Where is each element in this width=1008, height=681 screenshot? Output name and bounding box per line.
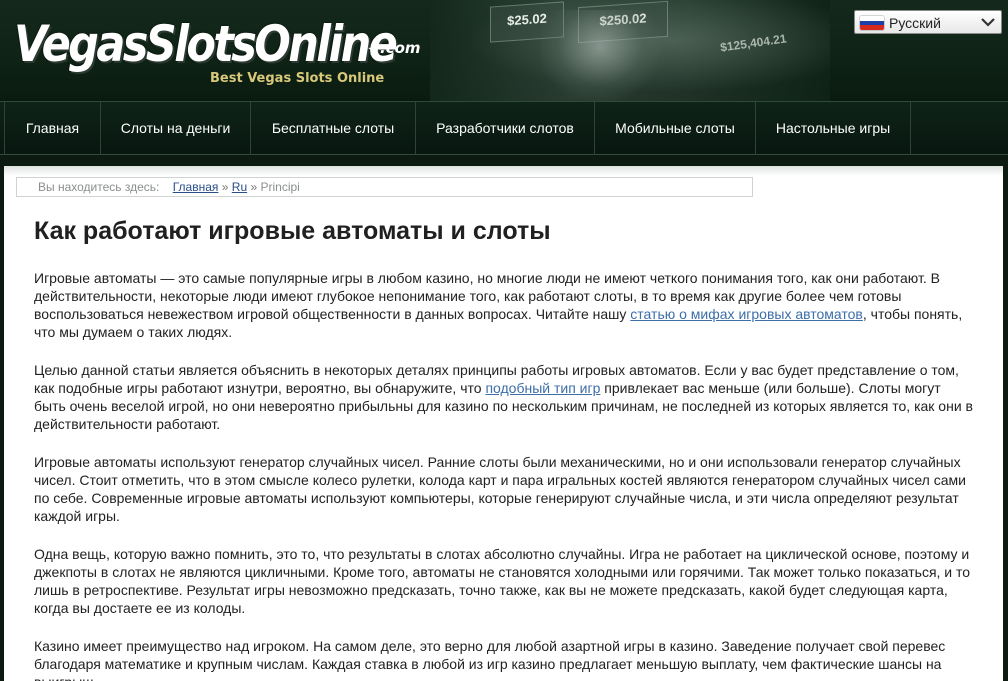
- nav-item-home[interactable]: Главная: [4, 102, 100, 154]
- breadcrumb-prefix: Вы находитесь здесь:: [38, 180, 160, 194]
- breadcrumb-home-link[interactable]: Главная: [173, 180, 219, 194]
- article-paragraph: Казино имеет преимущество над игроком. Н…: [34, 638, 946, 681]
- main-content: Вы находитесь здесь: Главная » Ru » Prin…: [4, 166, 1003, 681]
- art-statue: [540, 10, 660, 101]
- breadcrumb-separator: »: [250, 180, 258, 194]
- language-label: Русский: [889, 15, 941, 31]
- nav-item-slot-developers[interactable]: Разработчики слотов: [415, 102, 594, 154]
- page-title: Как работают игровые автоматы и слоты: [34, 217, 551, 245]
- article-paragraph: Целью данной статьи является объяснить в…: [34, 361, 976, 433]
- breadcrumb-current: Principi: [260, 180, 300, 194]
- main-nav: Главная Слоты на деньги Бесплатные слоты…: [0, 101, 1008, 155]
- nav-item-free-slots[interactable]: Бесплатные слоты: [250, 102, 415, 154]
- russia-flag-icon: [860, 16, 884, 30]
- nav-item-table-games[interactable]: Настольные игры: [755, 102, 910, 154]
- nav-item-mobile-slots[interactable]: Мобильные слоты: [594, 102, 755, 154]
- breadcrumb-ru-link[interactable]: Ru: [232, 180, 247, 194]
- chevron-down-icon: [981, 18, 995, 27]
- language-select[interactable]: Русский: [854, 10, 1002, 34]
- article-paragraph: Одна вещь, которую важно помнить, это то…: [34, 546, 971, 616]
- nav-item-real-money-slots[interactable]: Слоты на деньги: [100, 102, 250, 154]
- breadcrumb: Вы находитесь здесь: Главная » Ru » Prin…: [16, 177, 753, 197]
- header-banner-art: $25.02 $250.02 $125,404.21: [430, 0, 830, 101]
- content-top-band: [4, 166, 1003, 176]
- breadcrumb-separator: »: [221, 180, 229, 194]
- logo-tagline: Best Vegas Slots Online: [210, 71, 385, 86]
- myths-article-link[interactable]: статью о мифах игровых автоматов: [630, 306, 863, 322]
- article-paragraph: Игровые автоматы используют генератор сл…: [34, 454, 966, 524]
- site-logo[interactable]: VegasSlotsOnline ★ .com Best Vegas Slots…: [14, 16, 424, 91]
- article-paragraph: Игровые автоматы — это самые популярные …: [34, 269, 976, 341]
- game-type-link[interactable]: подобный тип игр: [485, 380, 600, 396]
- nav-divider: [910, 102, 911, 154]
- logo-text: VegasSlotsOnline: [14, 15, 398, 73]
- logo-domain: .com: [380, 39, 421, 57]
- site-header: $25.02 $250.02 $125,404.21 VegasSlotsOnl…: [0, 0, 1008, 101]
- art-jackpot: $125,404.21: [719, 31, 788, 55]
- page: $25.02 $250.02 $125,404.21 VegasSlotsOnl…: [0, 0, 1008, 681]
